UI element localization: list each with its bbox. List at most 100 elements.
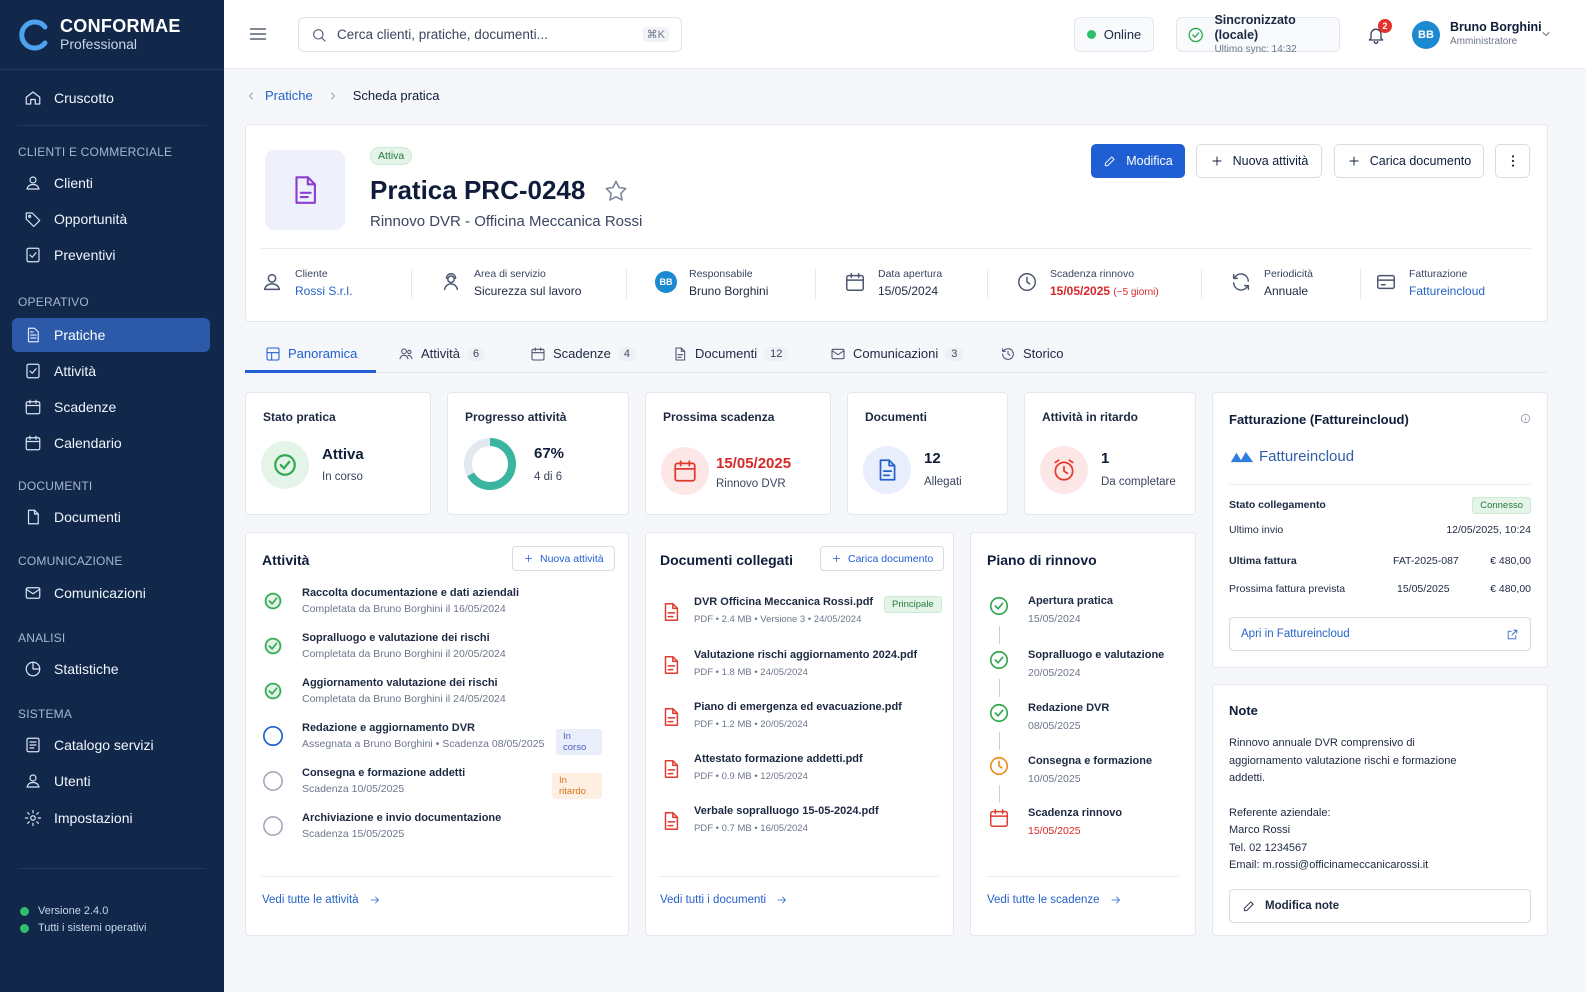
list-item[interactable]: Sopralluogo e valutazione dei rischi Com… [262,632,602,672]
sidebar-item-comunicazioni[interactable]: Comunicazioni [12,576,210,610]
view-all-activities-link[interactable]: Vedi tutte le attività [262,894,381,906]
list-item[interactable]: Redazione e aggiornamento DVR Assegnata … [262,722,602,762]
meta-divider [815,269,816,299]
pdf-file-icon [664,708,679,726]
sidebar-item-opportunita[interactable]: Opportunità [12,202,210,236]
kpi-value: 15/05/2025 [716,455,792,472]
activity-sub: Completata da Bruno Borghini il 24/05/20… [302,693,506,705]
view-all-deadlines-link[interactable]: Vedi tutte le scadenze [987,894,1122,906]
sidebar-item-documenti[interactable]: Documenti [12,500,210,534]
sync-status[interactable]: Sincronizzato (locale) Ultimo sync: 14:3… [1176,13,1340,55]
view-all-documents-link[interactable]: Vedi tutti i documenti [660,894,788,906]
hamburger-menu-icon[interactable] [248,24,268,44]
avatar[interactable]: BB [1412,21,1440,49]
new-activity-button[interactable]: Nuova attività [1196,144,1322,178]
sidebar-item-statistiche[interactable]: Statistiche [12,652,210,686]
upload-document-small-button[interactable]: Carica documento [820,546,945,571]
tab-label: Storico [1023,346,1064,361]
sidebar-item-utenti[interactable]: Utenti [12,764,210,798]
billing-amount: € 480,00 [1490,583,1531,595]
billing-link[interactable]: Fattureincloud [1409,281,1485,301]
progress-circle-icon [263,726,283,746]
chevron-down-icon[interactable] [1540,28,1552,40]
tab-attivita[interactable]: Attività 6 [398,335,486,372]
panel-divider [987,876,1179,877]
timeline-title: Consegna e formazione [1028,755,1153,767]
meta-label: Periodicità [1264,268,1314,280]
star-icon[interactable] [603,178,629,204]
document-meta: PDF • 1.8 MB • 24/05/2024 [694,667,808,678]
edit-button-label: Modifica [1126,154,1173,168]
timeline-item[interactable]: Apertura pratica 15/05/2024 [988,595,1188,635]
timeline-item[interactable]: Scadenza rinnovo 15/05/2025 [988,807,1188,847]
list-item[interactable]: Aggiornamento valutazione dei rischi Com… [262,677,602,717]
tab-panoramica[interactable]: Panoramica [265,335,357,372]
tab-scadenze[interactable]: Scadenze 4 [530,335,636,372]
page-title-text: Pratica PRC-0248 [370,175,586,205]
meta-value-renewal: 15/05/2025 (−5 giorni) [1050,281,1159,303]
sidebar-item-preventivi[interactable]: Preventivi [12,238,210,272]
kpi-sub: 4 di 6 [534,471,563,483]
sidebar-item-clienti[interactable]: Clienti [12,166,210,200]
sidebar-item-calendario[interactable]: Calendario [12,426,210,460]
kpi-late-icon-bg [1040,446,1088,494]
online-status[interactable]: Online [1074,17,1154,52]
timeline-item[interactable]: Consegna e formazione 10/05/2025 [988,755,1188,795]
tab-count: 4 [617,346,636,361]
documents-panel: Documenti collegati Carica documento DVR… [645,532,954,936]
sidebar-item-scadenze[interactable]: Scadenze [12,390,210,424]
edit-button[interactable]: Modifica [1091,144,1185,178]
user-menu[interactable]: Bruno Borghini Amministratore [1450,20,1542,49]
sidebar-item-pratiche[interactable]: Pratiche [12,318,210,352]
sidebar-item-attivita[interactable]: Attività [12,354,210,388]
timeline-item[interactable]: Redazione DVR 08/05/2025 [988,702,1188,742]
list-item[interactable]: Consegna e formazione addetti Scadenza 1… [262,767,602,807]
button-label: Nuova attività [540,552,604,565]
meta-label: Scadenza rinnovo [1050,268,1135,280]
tag-icon [25,212,41,228]
timeline-date: 10/05/2025 [1028,773,1081,785]
document-name: Valutazione rischi aggiornamento 2024.pd… [694,649,918,661]
new-activity-small-button[interactable]: Nuova attività [512,546,615,571]
external-link-icon [1507,629,1518,640]
tab-comunicazioni[interactable]: Comunicazioni 3 [830,335,964,372]
timeline-item[interactable]: Sopralluogo e valutazione 20/05/2024 [988,649,1188,689]
tab-label: Attività [421,346,461,361]
status-badge: Attiva [370,147,413,165]
upload-document-button[interactable]: Carica documento [1334,144,1484,178]
sidebar-item-label: Pratiche [54,327,106,343]
search-bar[interactable]: ⌘K [298,17,682,52]
search-input[interactable] [337,27,627,42]
billing-label: Prossima fattura prevista [1229,583,1346,595]
tab-documenti[interactable]: Documenti 12 [672,335,789,372]
status-dot [20,906,29,916]
document-row[interactable]: Verbale sopralluogo 15-05-2024.pdf PDF •… [660,805,940,841]
brand-logo[interactable]: CONFORMAE Professional [0,0,224,70]
tab-storico[interactable]: Storico [1000,335,1063,372]
notes-line: Rinnovo annuale DVR comprensivo di [1229,737,1415,749]
check-circle-icon [1188,27,1203,42]
sidebar-item-impostazioni[interactable]: Impostazioni [12,801,210,835]
users-icon [26,774,40,788]
meta-client: Cliente Rossi S.r.l. [261,267,352,301]
more-options-button[interactable] [1495,144,1530,178]
open-fattureincloud-button[interactable]: Apri in Fattureincloud [1229,617,1531,651]
document-row[interactable]: Attestato formazione addetti.pdf PDF • 0… [660,753,940,789]
sidebar-item-catalogo[interactable]: Catalogo servizi [12,728,210,762]
sidebar-item-label: Documenti [54,509,121,525]
billing-panel: Fatturazione (Fattureincloud) Fattureinc… [1212,392,1548,668]
breadcrumb-parent[interactable]: Pratiche [265,88,313,103]
logo-icon [19,19,48,50]
info-icon[interactable] [1520,413,1531,424]
sidebar-item-cruscotto[interactable]: Cruscotto [12,81,210,115]
list-item[interactable]: Archiviazione e invio documentazione Sca… [262,812,602,852]
sidebar-divider [18,868,206,869]
edit-notes-button[interactable]: Modifica note [1229,889,1531,923]
list-item[interactable]: Raccolta documentazione e dati aziendali… [262,587,602,627]
document-row[interactable]: Piano di emergenza ed evacuazione.pdf PD… [660,701,940,737]
document-row[interactable]: DVR Officina Meccanica Rossi.pdf PDF • 2… [660,596,942,632]
document-row[interactable]: Valutazione rischi aggiornamento 2024.pd… [660,649,940,685]
calendar-icon [674,460,696,482]
book-icon [26,737,40,753]
client-link[interactable]: Rossi S.r.l. [295,281,352,301]
